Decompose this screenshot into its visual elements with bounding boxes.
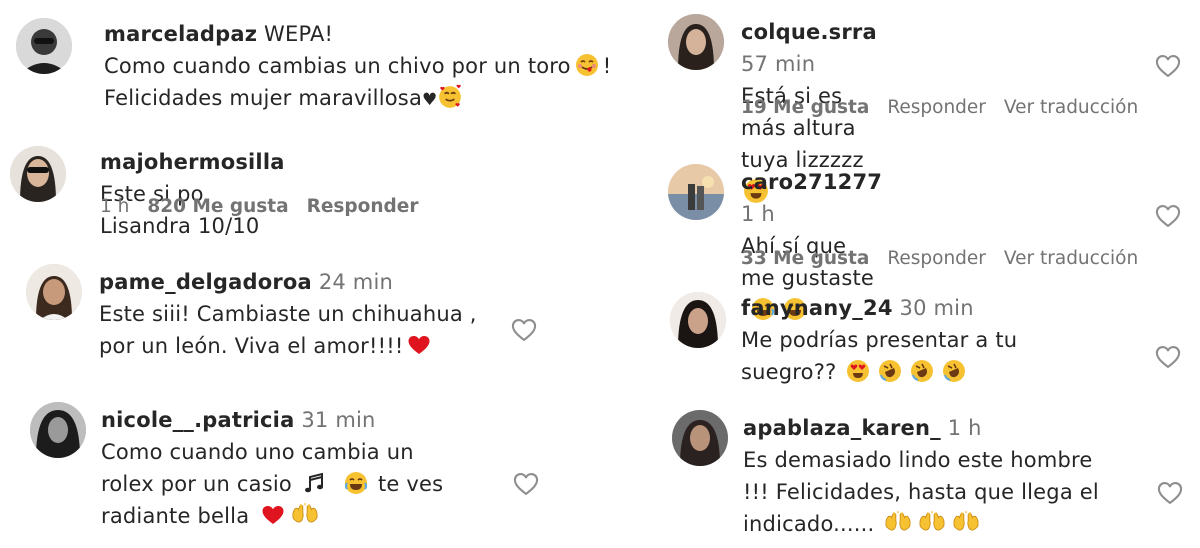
reply-button[interactable]: Responder — [887, 248, 986, 269]
raising-hands-icon — [918, 511, 946, 535]
comment-username[interactable]: fanynany_24 — [741, 296, 893, 320]
smiling-face-with-hearts-icon — [437, 84, 463, 110]
like-heart-icon[interactable] — [1153, 343, 1183, 371]
like-heart-icon[interactable] — [1153, 52, 1183, 80]
comment-text: Me podrías presentar a tu — [741, 328, 1018, 352]
comment-text: Este siii! Cambiaste un chihuahua , — [99, 302, 477, 326]
red-heart-icon — [407, 334, 431, 356]
yum-emoji-icon — [575, 53, 599, 77]
like-heart-icon[interactable] — [509, 316, 539, 344]
likes-count[interactable]: 33 Me gusta — [741, 248, 869, 269]
comment-text: Felicidades mujer maravillosa — [104, 86, 423, 110]
comment-text: Como cuando uno cambia un — [101, 440, 414, 464]
black-heart-icon: ♥ — [422, 90, 438, 110]
like-heart-icon[interactable] — [1153, 202, 1183, 230]
raising-hands-icon — [291, 503, 319, 527]
likes-count[interactable]: 19 Me gusta — [741, 97, 869, 118]
avatar[interactable] — [668, 14, 724, 70]
avatar[interactable] — [16, 18, 72, 74]
rofl-emoji-icon — [910, 359, 934, 383]
likes-count[interactable]: 820 Me gusta — [147, 196, 288, 217]
avatar[interactable] — [26, 264, 82, 320]
comment-username[interactable]: majohermosilla — [100, 150, 285, 174]
translate-button[interactable]: Ver traducción — [1004, 248, 1138, 269]
comment-meta: 1 h 820 Me gusta Responder — [100, 196, 436, 217]
comment-time: 24 min — [318, 270, 394, 294]
laughing-emoji-icon — [344, 471, 368, 495]
avatar[interactable] — [668, 164, 724, 220]
avatar[interactable] — [10, 146, 66, 202]
reply-button[interactable]: Responder — [887, 97, 986, 118]
heart-eyes-emoji-icon — [846, 359, 870, 383]
comment-time: 1 h — [100, 196, 130, 217]
comment-time: 57 min — [741, 52, 816, 76]
comment-text: WEPA! — [264, 22, 334, 46]
comment-username[interactable]: nicole__.patricia — [101, 408, 294, 432]
raising-hands-icon — [884, 511, 912, 535]
comment-text: te ves — [377, 472, 444, 496]
comment-username[interactable]: marceladpaz — [104, 22, 257, 46]
musical-notes-icon — [302, 472, 328, 494]
rofl-emoji-icon — [942, 359, 966, 383]
comment-time: 1 h — [947, 416, 982, 440]
reply-button[interactable]: Responder — [307, 196, 419, 217]
avatar[interactable] — [672, 410, 728, 466]
like-heart-icon[interactable] — [511, 470, 541, 498]
comment-text: radiante bella — [101, 504, 250, 528]
like-heart-icon[interactable] — [1155, 479, 1185, 507]
comment-text: por un león. Viva el amor!!!! — [99, 334, 404, 358]
comment-meta: 33 Me gusta Responder Ver traducción — [741, 248, 1156, 269]
translate-button[interactable]: Ver traducción — [1004, 97, 1138, 118]
red-heart-icon — [261, 504, 285, 526]
comment-username[interactable]: apablaza_karen_ — [743, 416, 941, 440]
comment-time: 31 min — [301, 408, 376, 432]
rofl-emoji-icon — [878, 359, 902, 383]
comment-meta: 19 Me gusta Responder Ver traducción — [741, 97, 1156, 118]
comment-time: 30 min — [899, 296, 974, 320]
comment-text: indicado...... — [743, 512, 875, 536]
comment-text: rolex por un casio — [101, 472, 292, 496]
avatar[interactable] — [30, 402, 86, 458]
comment-username[interactable]: caro271277 — [741, 170, 882, 194]
avatar[interactable] — [670, 292, 726, 348]
raising-hands-icon — [952, 511, 980, 535]
comment-text: suegro?? — [741, 360, 837, 384]
comment-username[interactable]: colque.srra — [741, 20, 877, 44]
comment-text: Como cuando cambias un chivo por un toro — [104, 54, 571, 78]
comment-username[interactable]: pame_delgadoroa — [99, 270, 312, 294]
comment-time: 1 h — [741, 202, 775, 226]
comment-text: !!! Felicidades, hasta que llega el — [743, 480, 1099, 504]
comment-text: Es demasiado lindo este hombre — [743, 448, 1093, 472]
